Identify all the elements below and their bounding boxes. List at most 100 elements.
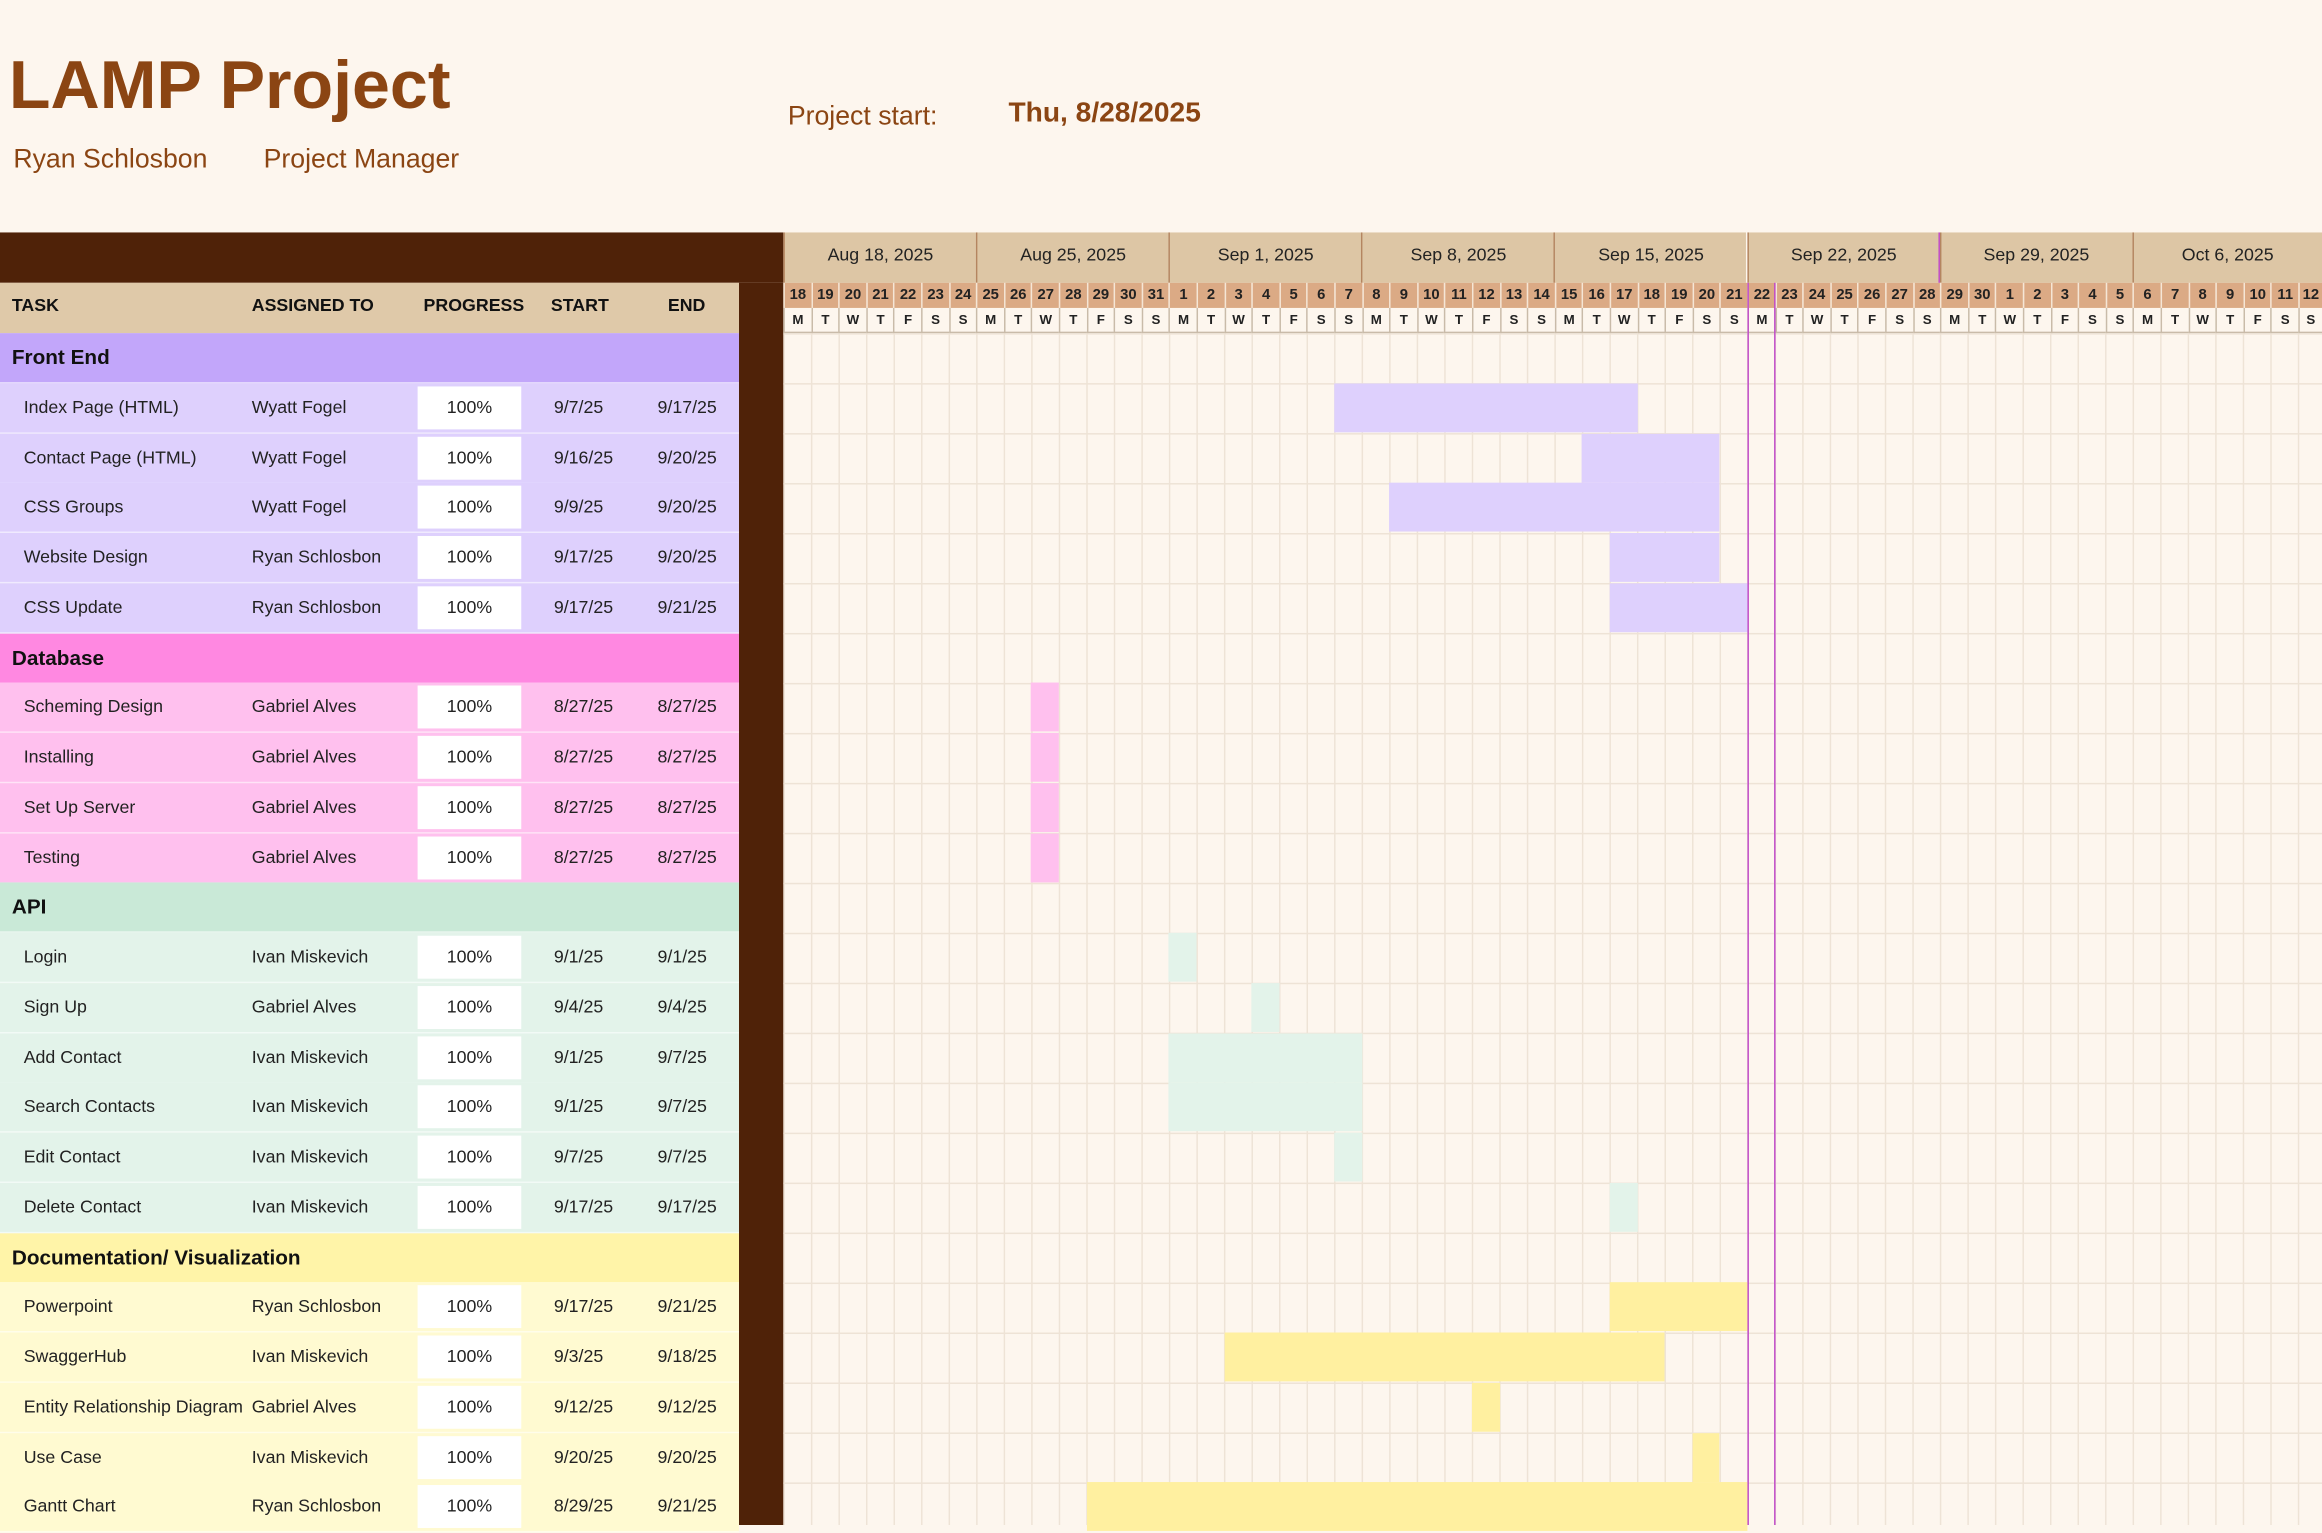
- task-row[interactable]: Scheming Design Gabriel Alves 8/27/25 8/27/…: [0, 682, 739, 734]
- task-row[interactable]: Add Contact Ivan Miskevich 9/1/25 9/7/25 100…: [0, 1032, 739, 1084]
- task-row[interactable]: Contact Page (HTML) Wyatt Fogel 9/16/25 9/2…: [0, 433, 739, 484]
- task-assignee: Ryan Schlosbon: [251, 596, 382, 618]
- week-label: Aug 25, 2025: [976, 232, 1169, 283]
- task-row[interactable]: Delete Contact Ivan Miskevich 9/17/25 9/17/…: [0, 1182, 739, 1233]
- task-progress[interactable]: 100%: [417, 785, 522, 829]
- gantt-bar[interactable]: [1086, 1482, 1748, 1532]
- task-progress[interactable]: 100%: [417, 1185, 522, 1229]
- gantt-bar[interactable]: [1031, 682, 1059, 732]
- day-letter: S: [2270, 307, 2299, 334]
- day-number: 16: [1582, 282, 1610, 308]
- gantt-bar[interactable]: [1031, 732, 1059, 782]
- gantt-bar[interactable]: [1031, 832, 1059, 882]
- task-row[interactable]: Use Case Ivan Miskevich 9/20/25 9/20/25 100%: [0, 1432, 739, 1483]
- task-row[interactable]: Sign Up Gabriel Alves 9/4/25 9/4/25 100%: [0, 982, 739, 1034]
- task-progress[interactable]: 100%: [417, 735, 522, 779]
- task-progress[interactable]: 100%: [417, 1435, 522, 1479]
- task-row[interactable]: CSS Groups Wyatt Fogel 9/9/25 9/20/25 100%: [0, 483, 739, 534]
- task-progress[interactable]: 100%: [417, 1035, 522, 1079]
- task-assignee: Wyatt Fogel: [251, 446, 347, 468]
- task-progress[interactable]: 100%: [417, 1335, 522, 1379]
- gantt-bar[interactable]: [1334, 1132, 1362, 1182]
- task-row[interactable]: Index Page (HTML) Wyatt Fogel 9/7/25 9/17/2…: [0, 383, 739, 434]
- gantt-bar[interactable]: [1609, 533, 1720, 582]
- column-header-assigned[interactable]: ASSIGNED TO: [252, 283, 374, 333]
- task-row[interactable]: Edit Contact Ivan Miskevich 9/7/25 9/7/25 10…: [0, 1132, 739, 1183]
- day-letter: S: [2298, 307, 2322, 334]
- gantt-bar[interactable]: [1031, 782, 1059, 832]
- task-row[interactable]: Testing Gabriel Alves 8/27/25 8/27/25 100%: [0, 832, 739, 884]
- day-letter: W: [1802, 307, 1831, 334]
- task-progress[interactable]: 100%: [417, 1135, 522, 1179]
- task-start: 8/29/25: [553, 1495, 614, 1517]
- task-progress[interactable]: 100%: [417, 935, 522, 979]
- task-row[interactable]: Installing Gabriel Alves 8/27/25 8/27/25 100…: [0, 732, 739, 784]
- gantt-bar[interactable]: [1471, 1382, 1500, 1432]
- gantt-bar[interactable]: [1168, 1032, 1362, 1082]
- group-header[interactable]: Front End: [0, 333, 739, 384]
- task-progress[interactable]: 100%: [417, 585, 522, 629]
- task-row[interactable]: Set Up Server Gabriel Alves 8/27/25 8/27/25…: [0, 782, 739, 834]
- task-progress[interactable]: 100%: [417, 985, 522, 1029]
- group-header[interactable]: API: [0, 882, 739, 934]
- project-start-value[interactable]: Thu, 8/28/2025: [1008, 98, 1200, 131]
- task-row[interactable]: CSS Update Ryan Schlosbon 9/17/25 9/21/25 10…: [0, 582, 739, 634]
- gantt-bar[interactable]: [1334, 383, 1638, 432]
- day-letter: F: [893, 307, 922, 334]
- task-row[interactable]: Website Design Ryan Schlosbon 9/17/25 9/20/…: [0, 533, 739, 584]
- week-label: Sep 8, 2025: [1361, 232, 1555, 283]
- task-row[interactable]: Login Ivan Miskevich 9/1/25 9/1/25 100%: [0, 932, 739, 984]
- gantt-bar[interactable]: [1251, 982, 1280, 1032]
- column-header-end[interactable]: END: [668, 283, 706, 333]
- task-end: 9/17/25: [657, 396, 717, 418]
- task-name: Delete Contact: [23, 1195, 142, 1217]
- group-header[interactable]: Documentation/ Visualization: [0, 1232, 739, 1283]
- task-progress[interactable]: 100%: [417, 386, 522, 429]
- task-start: 9/16/25: [553, 446, 614, 468]
- gantt-bar[interactable]: [1389, 483, 1720, 532]
- task-start: 9/4/25: [553, 996, 604, 1017]
- gantt-bar[interactable]: [1609, 582, 1748, 632]
- day-letter: S: [1912, 307, 1941, 334]
- column-header-task[interactable]: TASK: [12, 283, 59, 333]
- day-letter: W: [2188, 307, 2216, 334]
- task-progress[interactable]: 100%: [417, 486, 522, 529]
- task-progress[interactable]: 100%: [417, 436, 522, 479]
- group-header[interactable]: Database: [0, 632, 739, 684]
- day-letter: T: [866, 307, 894, 334]
- task-progress[interactable]: 100%: [417, 1285, 522, 1329]
- gantt-bar[interactable]: [1609, 1182, 1638, 1232]
- task-row[interactable]: SwaggerHub Ivan Miskevich 9/3/25 9/18/25 100…: [0, 1332, 739, 1383]
- task-progress[interactable]: 100%: [417, 685, 522, 729]
- group-name: Database: [11, 644, 105, 669]
- task-row[interactable]: Search Contacts Ivan Miskevich 9/1/25 9/7/2…: [0, 1082, 739, 1134]
- task-progress[interactable]: 100%: [417, 1485, 522, 1529]
- task-row[interactable]: Entity Relationship Diagram Gabriel Alves…: [0, 1382, 739, 1433]
- gantt-bar[interactable]: [1609, 1282, 1748, 1332]
- manager-name[interactable]: Ryan Schlosbon: [13, 144, 207, 175]
- gantt-bar[interactable]: [1692, 1432, 1720, 1482]
- gantt-bar[interactable]: [1168, 1082, 1362, 1132]
- gantt-bar[interactable]: [1168, 932, 1197, 982]
- task-end: 8/27/25: [657, 696, 717, 717]
- task-progress[interactable]: 100%: [417, 535, 522, 579]
- task-assignee: Gabriel Alves: [251, 846, 357, 867]
- task-progress[interactable]: 100%: [417, 835, 522, 879]
- task-name: Website Design: [23, 546, 148, 568]
- task-row[interactable]: Powerpoint Ryan Schlosbon 9/17/25 9/21/25 10…: [0, 1282, 739, 1333]
- task-row[interactable]: Gantt Chart Ryan Schlosbon 8/29/25 9/21/25 1…: [0, 1482, 739, 1533]
- task-progress[interactable]: 100%: [417, 1085, 522, 1129]
- task-start: 8/27/25: [553, 746, 614, 767]
- column-header-progress[interactable]: PROGRESS: [424, 283, 525, 333]
- task-name: Index Page (HTML): [23, 396, 179, 418]
- task-name: Contact Page (HTML): [23, 446, 197, 468]
- task-name: Edit Contact: [23, 1145, 121, 1167]
- task-progress[interactable]: 100%: [417, 1385, 522, 1429]
- gantt-bar[interactable]: [1582, 433, 1720, 482]
- day-letter: W: [1995, 307, 2023, 334]
- task-end: 9/4/25: [657, 996, 707, 1017]
- gantt-bar[interactable]: [1224, 1332, 1665, 1382]
- column-header-start[interactable]: START: [551, 283, 609, 333]
- day-number: 19: [1664, 282, 1693, 308]
- project-start-label: Project start:: [787, 100, 938, 131]
